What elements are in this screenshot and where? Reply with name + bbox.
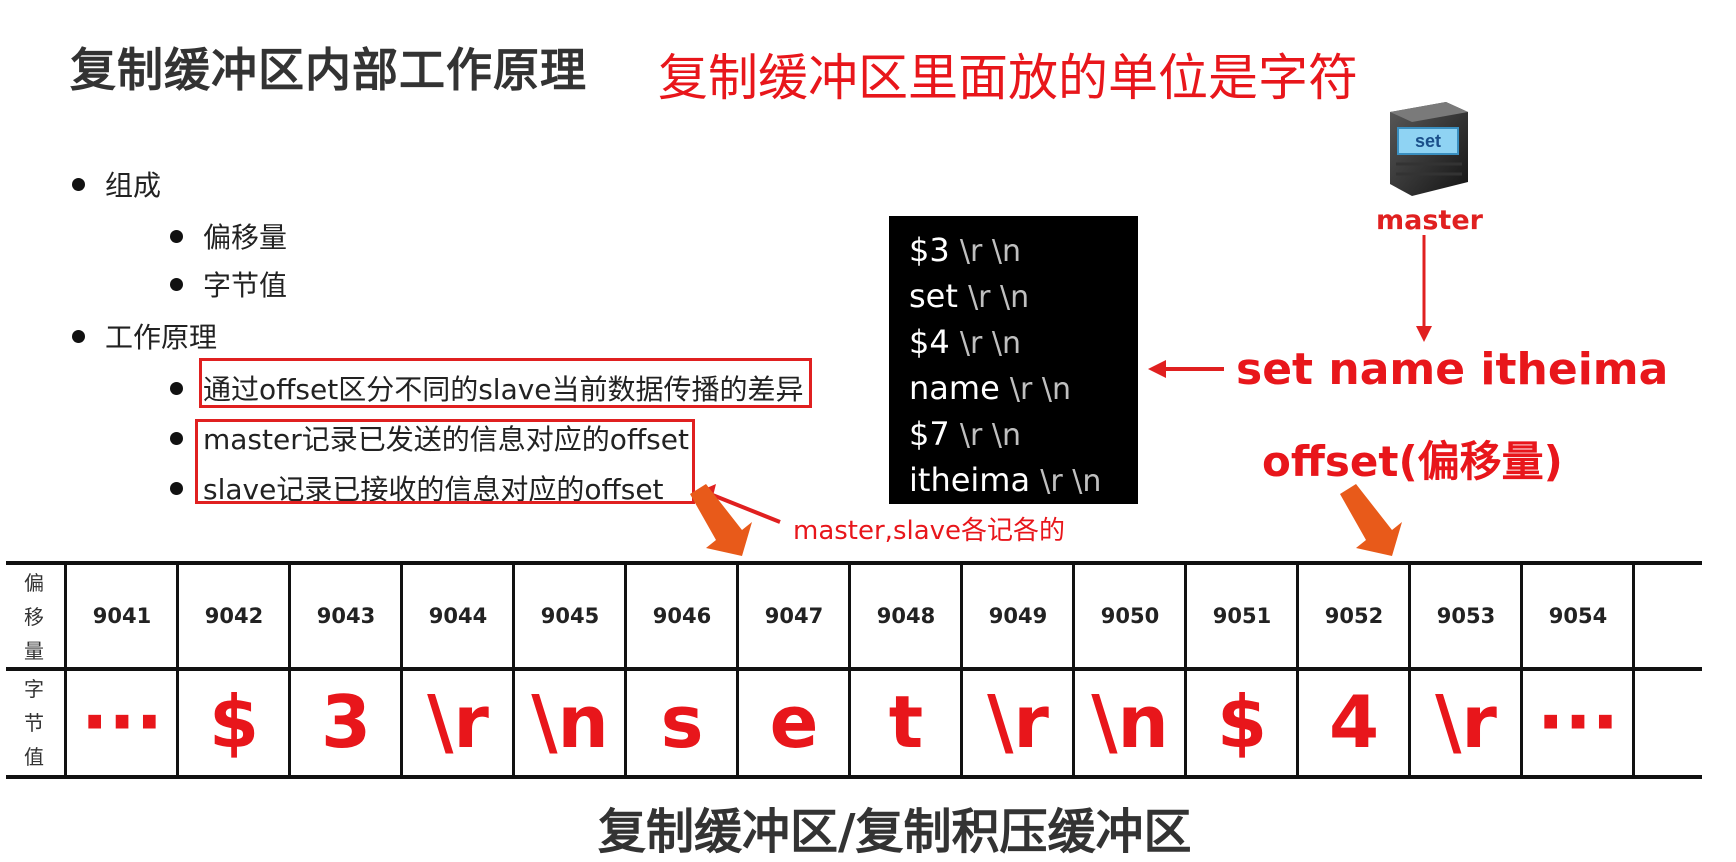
offset-cell: 9054	[1548, 604, 1608, 628]
down-arrow-head-icon	[1416, 326, 1432, 342]
table-divider	[6, 667, 1702, 671]
offset-cell: 9041	[92, 604, 152, 628]
offset-cell: 9048	[876, 604, 936, 628]
pointer-arrow-icon	[690, 484, 752, 556]
offset-cell: 9042	[204, 604, 264, 628]
byte-cell: $	[208, 680, 260, 764]
byte-cell: s	[660, 680, 704, 764]
offset-cell: 9043	[316, 604, 376, 628]
footer-title: 复制缓冲区/复制积压缓冲区	[598, 804, 1192, 860]
byte-cell: \r	[427, 680, 489, 764]
byte-cell: \n	[1091, 680, 1169, 764]
byte-cell: 3	[320, 680, 372, 764]
offset-cell: 9053	[1436, 604, 1496, 628]
annotation-text: master,slave各记各的	[793, 516, 1066, 546]
offset-cell: 9052	[1324, 604, 1384, 628]
byte-cell: 4	[1328, 680, 1380, 764]
offset-cell: 9044	[428, 604, 488, 628]
offset-cell: 9050	[1100, 604, 1160, 628]
offset-label: offset(偏移量)	[1262, 437, 1563, 486]
offset-cell: 9051	[1212, 604, 1272, 628]
byte-cell: \r	[1435, 680, 1497, 764]
byte-cell: e	[769, 680, 819, 764]
offset-cell: 9046	[652, 604, 712, 628]
byte-cell: t	[888, 680, 924, 764]
row-header-byte: 字节值	[24, 677, 44, 769]
byte-cell: $	[1216, 680, 1268, 764]
row-header-offset: 偏移量	[24, 571, 44, 663]
byte-cell: ···	[80, 680, 164, 764]
left-arrow-head-icon	[1148, 360, 1166, 378]
byte-cell: \r	[987, 680, 1049, 764]
offset-cell: 9045	[540, 604, 600, 628]
pointer-arrow-icon	[1340, 484, 1402, 556]
byte-cell: ···	[1536, 680, 1620, 764]
offset-cell: 9047	[764, 604, 824, 628]
byte-cell: \n	[531, 680, 609, 764]
command-text: set name itheima	[1236, 344, 1669, 395]
offset-cell: 9049	[988, 604, 1048, 628]
